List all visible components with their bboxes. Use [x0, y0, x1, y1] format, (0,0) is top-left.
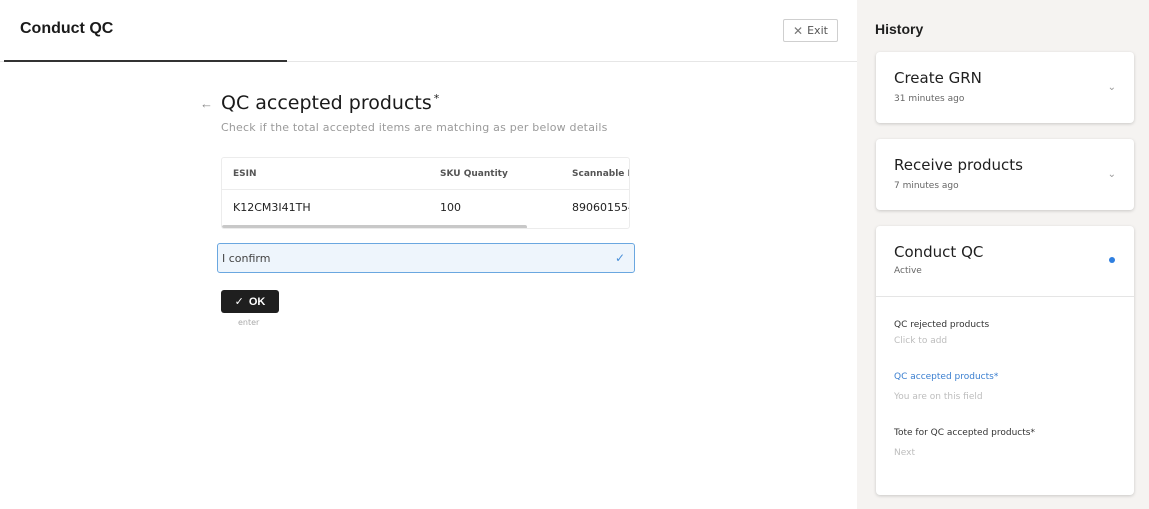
history-card-create-grn[interactable]: Create GRN 31 minutes ago ⌄: [876, 52, 1134, 123]
card-subtitle: Active: [894, 266, 922, 276]
cell-sku-quantity: 100: [440, 200, 461, 214]
field-hint-tote: Next: [894, 448, 915, 458]
history-title: History: [875, 21, 924, 37]
section-title: QC accepted products *: [221, 92, 439, 114]
checkmark-icon: ✓: [614, 251, 625, 265]
field-hint-qc-rejected[interactable]: Click to add: [894, 336, 947, 346]
card-subtitle: 7 minutes ago: [894, 181, 959, 191]
ok-label: OK: [248, 295, 266, 308]
field-label-qc-rejected[interactable]: QC rejected products: [894, 320, 989, 330]
checkmark-icon: ✓: [234, 296, 244, 308]
section-subtitle: Check if the total accepted items are ma…: [221, 121, 608, 134]
field-hint-qc-accepted: You are on this field: [894, 392, 983, 402]
back-arrow-icon[interactable]: ←: [200, 96, 213, 111]
card-divider: [876, 296, 1134, 297]
field-label-tote[interactable]: Tote for QC accepted products*: [894, 428, 1035, 438]
column-header-scannable-id: Scannable ID: [572, 168, 629, 179]
chevron-down-icon: ⌄: [1107, 169, 1116, 180]
enter-hint: enter: [238, 318, 260, 327]
exit-label: Exit: [807, 24, 828, 37]
cell-esin: K12CM3I41TH: [233, 200, 311, 214]
section-title-text: QC accepted products: [221, 92, 432, 114]
title-underline: [4, 60, 287, 62]
column-header-esin: ESIN: [233, 168, 257, 179]
card-title: Create GRN: [894, 69, 982, 87]
active-status-dot: [1109, 257, 1115, 263]
main-pane: Conduct QC ✕ Exit ← QC accepted products…: [0, 0, 857, 509]
products-table: ESIN SKU Quantity Scannable ID K12CM3I41…: [221, 157, 630, 229]
exit-button[interactable]: ✕ Exit: [783, 19, 838, 42]
confirm-input-value: I confirm: [222, 251, 271, 265]
table-row: K12CM3I41TH 100 8906015541: [222, 191, 629, 223]
table-header-row: ESIN SKU Quantity Scannable ID: [222, 158, 629, 190]
column-header-sku-quantity: SKU Quantity: [440, 168, 508, 179]
close-icon: ✕: [793, 23, 804, 38]
cell-scannable-id: 8906015541: [572, 200, 629, 214]
card-title: Receive products: [894, 156, 1024, 174]
confirm-input[interactable]: I confirm ✓: [217, 243, 635, 273]
top-bar: Conduct QC ✕ Exit: [0, 0, 857, 62]
required-mark: *: [433, 92, 440, 105]
card-title: Conduct QC: [894, 243, 984, 261]
chevron-down-icon: ⌄: [1107, 82, 1116, 93]
card-subtitle: 31 minutes ago: [894, 94, 965, 104]
history-card-conduct-qc: Conduct QC Active QC rejected products C…: [876, 226, 1134, 495]
table-horizontal-scrollbar[interactable]: [222, 225, 527, 228]
page-title: Conduct QC: [20, 20, 114, 37]
history-card-receive-products[interactable]: Receive products 7 minutes ago ⌄: [876, 139, 1134, 210]
history-panel: History Create GRN 31 minutes ago ⌄ Rece…: [857, 0, 1149, 509]
ok-button[interactable]: ✓ OK: [221, 290, 279, 313]
field-label-qc-accepted[interactable]: QC accepted products*: [894, 372, 998, 382]
